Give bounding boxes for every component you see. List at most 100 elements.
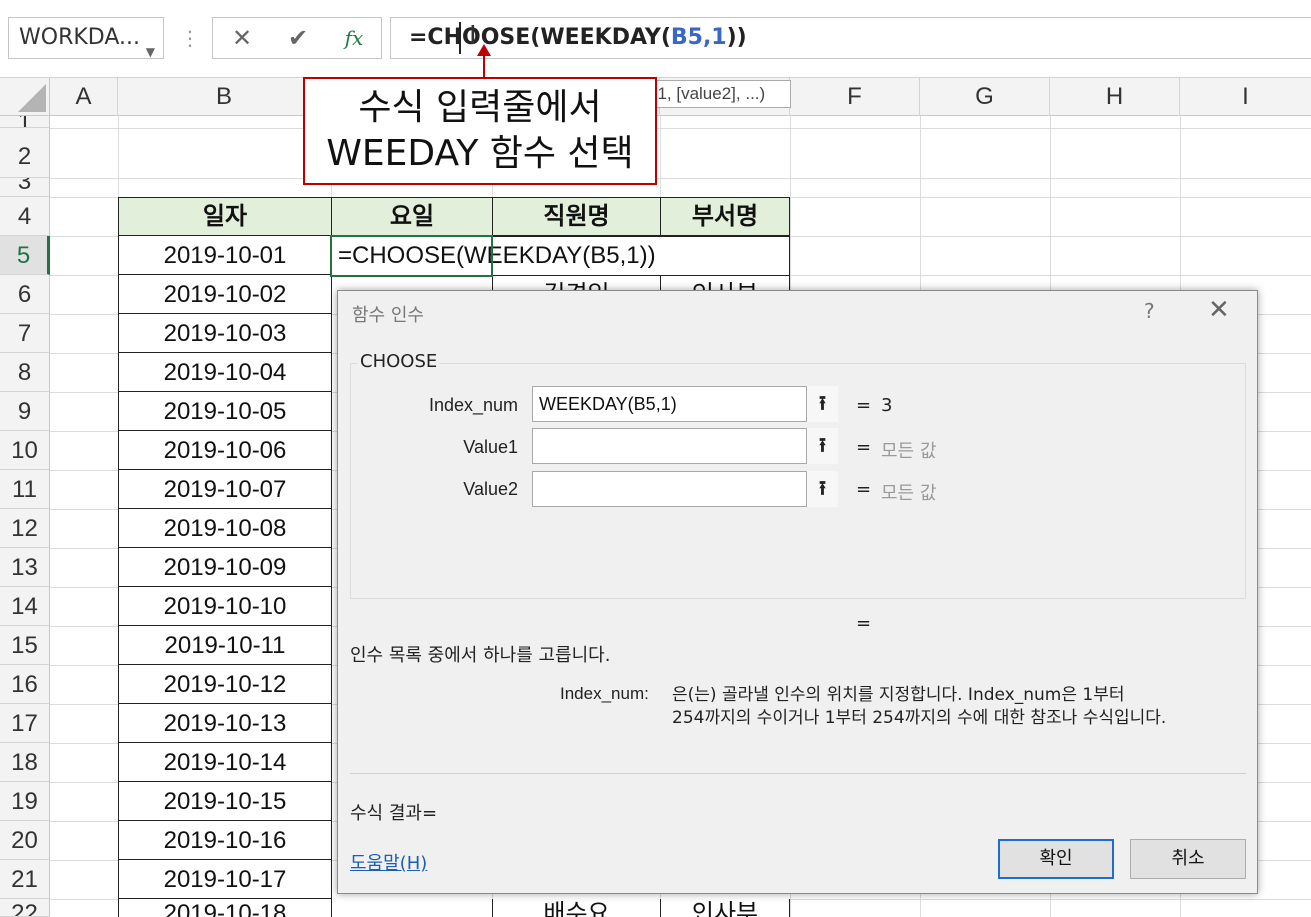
table-cell-date[interactable]: 2019-10-01 [118,236,332,275]
drag-handle-icon[interactable]: ⋮ [180,18,200,58]
table-header-weekday[interactable]: 요일 [331,197,493,236]
table-cell-date[interactable]: 2019-10-17 [118,860,332,899]
column-header-b[interactable]: B [118,78,331,116]
column-header-h[interactable]: H [1050,78,1180,116]
table-cell-employee[interactable]: 배수요 [492,899,661,917]
row-header-13[interactable]: 13 [0,548,50,587]
close-icon[interactable]: ✕ [1208,295,1230,325]
cancel-icon[interactable]: ✕ [222,18,262,58]
collapse-dialog-icon[interactable]: ⭱ [806,471,838,507]
enter-icon[interactable]: ✔ [278,18,318,58]
arg-input-index-num[interactable]: WEEKDAY(B5,1) [532,386,838,422]
function-description: 인수 목록 중에서 하나를 고릅니다. [350,645,611,666]
table-cell-date[interactable]: 2019-10-11 [118,626,332,665]
arg-equals: = [856,479,872,500]
row-number: 13 [11,554,38,581]
row-header-22[interactable]: 22 [0,899,50,917]
arg-result-value1: 모든 값 [881,441,937,462]
row-header-16[interactable]: 16 [0,665,50,704]
row-header-20[interactable]: 20 [0,821,50,860]
row-header-15[interactable]: 15 [0,626,50,665]
row-number: 12 [11,515,38,542]
row-header-12[interactable]: 12 [0,509,50,548]
arg-input-value1[interactable] [532,428,838,464]
argument-help-line-2: 254까지의 수이거나 1부터 254까지의 수에 대한 참조나 수식입니다. [672,708,1167,728]
row-number: 7 [17,320,32,347]
row-header-6[interactable]: 6 [0,275,50,314]
callout-box: 수식 입력줄에서 WEEDAY 함수 선택 [303,77,657,185]
table-cell-date[interactable]: 2019-10-12 [118,665,332,704]
row-header-7[interactable]: 7 [0,314,50,353]
insert-function-icon[interactable]: fx [334,18,374,58]
row-number: 19 [11,788,38,815]
table-cell-date[interactable]: 2019-10-03 [118,314,332,353]
chevron-down-icon[interactable]: ▼ [146,32,155,72]
table-header-date[interactable]: 일자 [118,197,332,236]
formula-input[interactable]: =CHOOSE(WEEKDAY(B5,1)) [390,17,1311,59]
column-header-a[interactable]: A [50,78,118,116]
row-header-18[interactable]: 18 [0,743,50,782]
arg-label-value1: Value1 [463,437,518,457]
table-cell-date[interactable]: 2019-10-18 [118,899,332,917]
row-number: 5 [16,242,31,269]
row-number: 2 [17,143,32,170]
row-header-21[interactable]: 21 [0,860,50,899]
table-cell-date[interactable]: 2019-10-14 [118,743,332,782]
select-all-corner[interactable] [0,78,50,116]
table-cell-date[interactable]: 2019-10-13 [118,704,332,743]
collapse-dialog-icon[interactable]: ⭱ [806,428,838,464]
help-icon[interactable]: ? [1144,299,1155,323]
table-cell-date[interactable]: 2019-10-10 [118,587,332,626]
table-cell-date[interactable]: 2019-10-04 [118,353,332,392]
name-box[interactable]: WORKDA... ▼ [8,17,164,59]
help-link[interactable]: 도움말(H) [350,849,427,875]
table-header-employee[interactable]: 직원명 [492,197,661,236]
ok-button[interactable]: 확인 [998,839,1114,879]
row-number: 10 [11,437,38,464]
row-number: 18 [11,749,38,776]
row-header-14[interactable]: 14 [0,587,50,626]
formula-rest: OOSE(WEEKDAY( [462,25,671,50]
table-cell-date[interactable]: 2019-10-08 [118,509,332,548]
arg-input-value2[interactable] [532,471,838,507]
gridline [50,178,1311,179]
collapse-dialog-icon[interactable]: ⭱ [806,386,838,422]
table-cell-weekday[interactable] [331,899,493,917]
row-header-1[interactable]: 1 [0,116,50,128]
row-header-17[interactable]: 17 [0,704,50,743]
table-cell-date[interactable]: 2019-10-05 [118,392,332,431]
dialog-title: 함수 인수 [352,305,424,326]
table-cell-date[interactable]: 2019-10-02 [118,275,332,314]
row-header-4[interactable]: 4 [0,197,50,236]
row-number: 6 [17,281,32,308]
table-cell-date[interactable]: 2019-10-09 [118,548,332,587]
row-header-5[interactable]: 5 [0,236,50,275]
table-cell-date[interactable]: 2019-10-07 [118,470,332,509]
table-cell-date[interactable]: 2019-10-16 [118,821,332,860]
function-tooltip[interactable]: e1, [value2], ...) [641,80,791,108]
column-header-g[interactable]: G [920,78,1050,116]
column-header-i[interactable]: I [1180,78,1311,116]
row-number: 16 [11,671,38,698]
row-header-8[interactable]: 8 [0,353,50,392]
table-header-department[interactable]: 부서명 [660,197,790,236]
row-header-11[interactable]: 11 [0,470,50,509]
row-number: 21 [11,866,38,893]
table-cell-department[interactable]: 인사부 [660,899,790,917]
table-cell-date[interactable]: 2019-10-15 [118,782,332,821]
argument-help-text: 은(는) 골라낼 인수의 위치를 지정합니다. Index_num은 1부터 2… [672,684,1252,730]
arg-result-index-num: 3 [881,395,893,416]
formula-result: 수식 결과= [350,803,438,824]
row-number: 1 [18,116,31,127]
row-header-19[interactable]: 19 [0,782,50,821]
gridline [50,128,1311,129]
cancel-button[interactable]: 취소 [1130,839,1246,879]
table-cell-date[interactable]: 2019-10-06 [118,431,332,470]
row-header-10[interactable]: 10 [0,431,50,470]
row-header-9[interactable]: 9 [0,392,50,431]
row-header-2[interactable]: 2 [0,128,50,178]
column-header-f[interactable]: F [790,78,920,116]
ibeam-cursor-icon: I [469,21,477,51]
row-header-3[interactable]: 3 [0,178,50,197]
name-box-value: WORKDA... [19,25,140,50]
